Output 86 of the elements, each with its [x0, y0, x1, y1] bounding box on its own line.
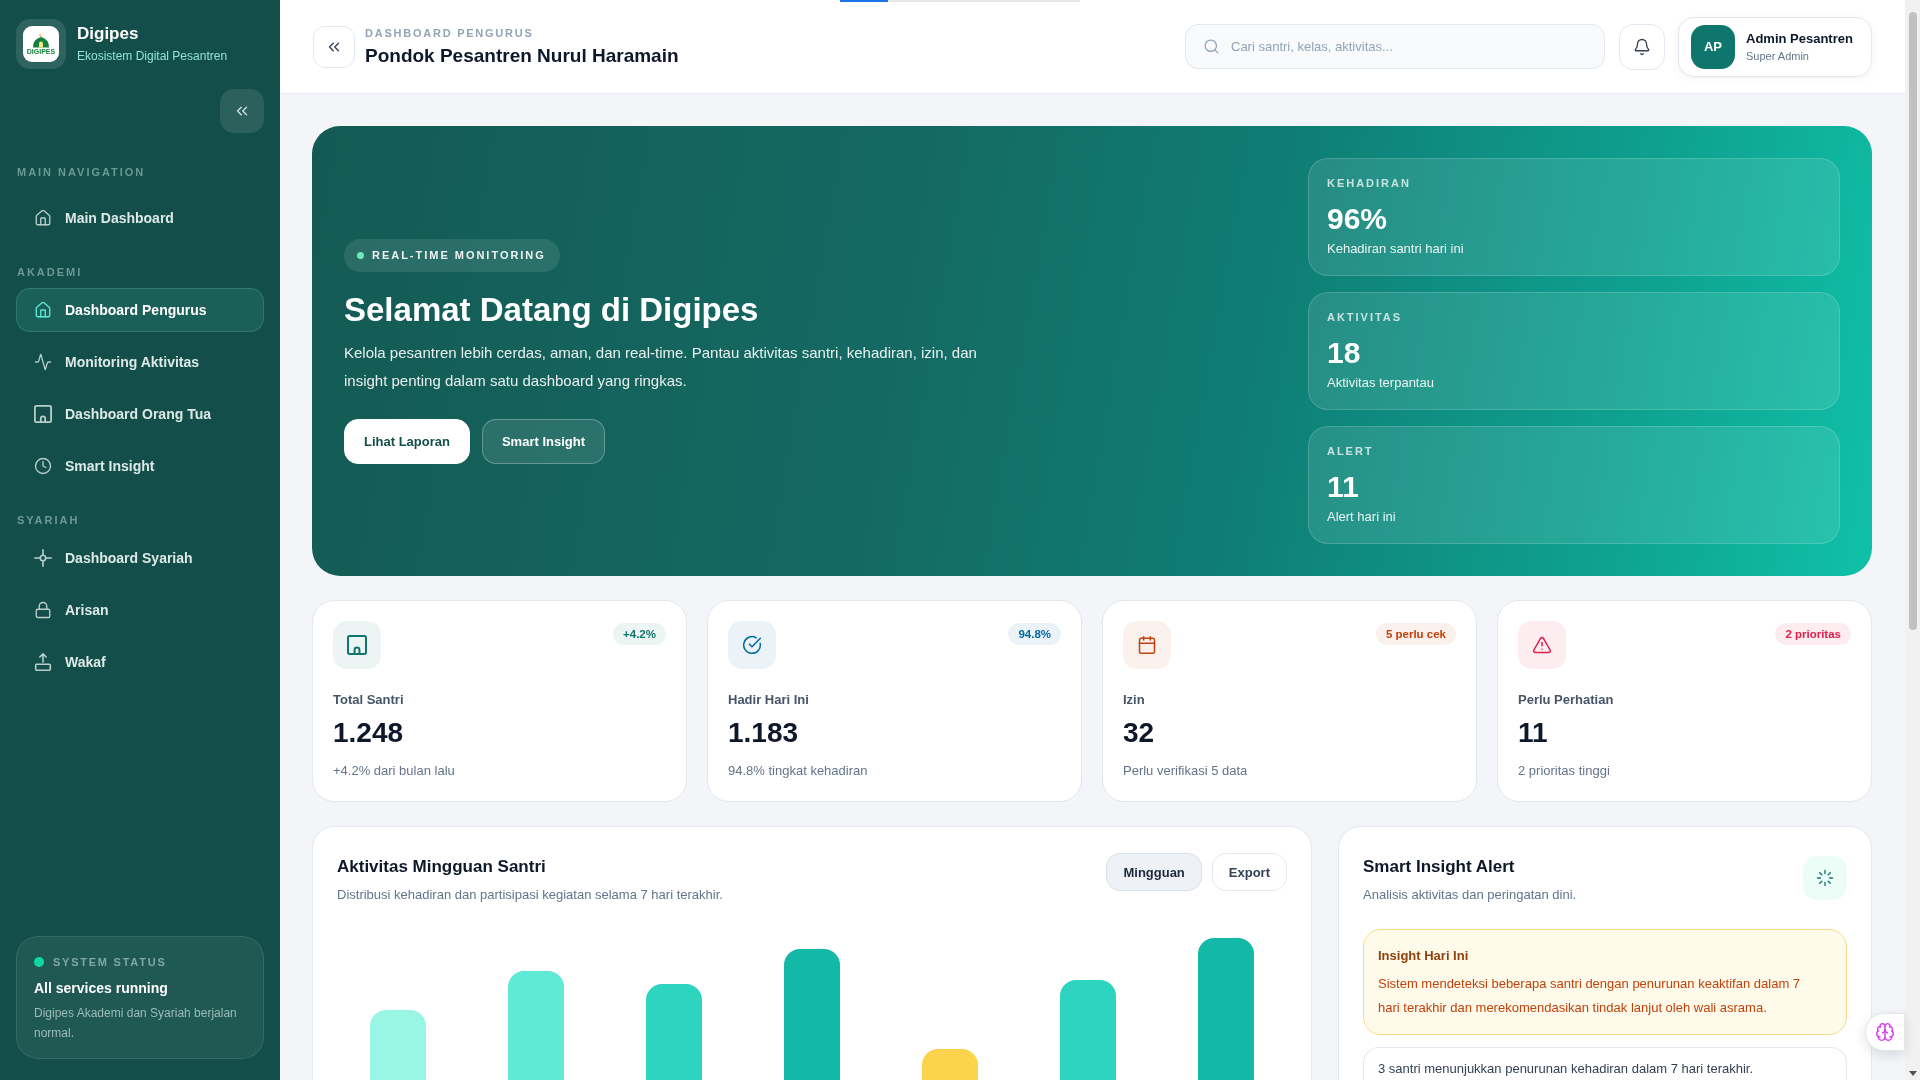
stat-label: Hadir Hari Ini [728, 691, 810, 709]
primary-button[interactable]: Lihat Laporan [344, 418, 470, 464]
insight-text: 3 santri menunjukkan penurunan kehadiran dalam 7 hari terakhir. [1378, 1061, 1754, 1076]
pulse-icon [34, 353, 52, 371]
summary-caption: Aktivitas terpantau [1327, 374, 1435, 392]
highlight-title: Insight Hari Ini [1378, 947, 1470, 965]
clock-icon [34, 457, 52, 475]
welcome-title: Selamat Datang di Digipes [344, 289, 759, 330]
panel-title: Smart Insight Alert [1363, 856, 1516, 878]
door-square-icon [34, 405, 52, 423]
nav-item[interactable]: Dashboard Syariah [16, 536, 264, 580]
padlock-icon [34, 601, 52, 619]
stat-note: 2 prioritas tinggi [1518, 762, 1611, 780]
summary-label: ALERT [1327, 444, 1375, 458]
filter-button[interactable]: Export [1211, 853, 1287, 891]
stat-badge: 2 prioritas [1775, 623, 1851, 645]
chart-bar [922, 1049, 978, 1080]
nav-item[interactable]: Dashboard Orang Tua [16, 392, 264, 436]
stat-badge: +4.2% [613, 623, 666, 645]
summary-caption: Kehadiran santri hari ini [1327, 240, 1465, 258]
stat-note: +4.2% dari bulan lalu [333, 762, 456, 780]
stat-badge: 94.8% [1008, 623, 1061, 645]
stat-value: 11 [1518, 717, 1549, 749]
panel-title: Aktivitas Mingguan Santri [337, 856, 547, 878]
stat-note: Perlu verifikasi 5 data [1123, 762, 1249, 780]
down-arrow-icon[interactable] [1908, 1071, 1917, 1076]
nav-item[interactable]: Smart Insight [16, 444, 264, 488]
crosshair-icon [34, 549, 52, 567]
house-icon [34, 301, 52, 319]
stat-value: 1.248 [333, 717, 405, 749]
panel-subtitle: Distribusi kehadiran dan partisipasi kegiatan selama 7 hari terakhir. [337, 886, 723, 904]
welcome-text: Kelola pesantren lebih cerdas, aman, dan real-time. Pantau aktivitas santri, kehadiran, izin, dan insight penting dalam satu dashboard yang ringkas. [344, 342, 978, 391]
chart-bar [370, 1010, 426, 1080]
summary-value: 96% [1327, 202, 1389, 236]
status-headline: All services running [34, 979, 169, 998]
page-title: Pondok Pesantren Nurul Haramain [365, 43, 679, 68]
status-title: SYSTEM STATUS [53, 955, 167, 970]
nav-item[interactable]: Dashboard Pengurus [16, 288, 264, 332]
status-description: Digipes Akademi dan Syariah berjalan normal. [34, 1005, 238, 1042]
stat-value: 32 [1123, 717, 1156, 749]
summary-label: AKTIVITAS [1327, 310, 1404, 324]
tray-upload-icon [34, 653, 52, 671]
section-label: SYARIAH [16, 513, 81, 528]
summary-value: 18 [1327, 336, 1362, 370]
badge-label: REAL-TIME MONITORING [372, 248, 546, 262]
loader-icon [1803, 856, 1847, 900]
back-button[interactable] [313, 25, 355, 68]
scrollbar-thumb[interactable] [1908, 12, 1917, 630]
search-field[interactable]: Cari santri, kelas, aktivitas... [1185, 24, 1605, 69]
status-dot-icon [34, 957, 44, 967]
assistant-button[interactable] [1865, 1013, 1905, 1051]
summary-value: 11 [1327, 470, 1360, 504]
bell-icon [1633, 37, 1651, 56]
mosque-icon [31, 32, 51, 48]
stat-value: 1.183 [728, 717, 800, 749]
brand-tagline: Ekosistem Digital Pesantren [77, 48, 228, 64]
nav-item[interactable]: Arisan [16, 588, 264, 632]
user-role: Super Admin [1746, 48, 1810, 64]
section-label: AKADEMI [16, 265, 84, 280]
user-avatar: AP [1691, 24, 1735, 69]
stat-label: Izin [1123, 691, 1146, 709]
page-eyebrow: DASHBOARD PENGURUS [365, 25, 535, 40]
panel-subtitle: Analisis aktivitas dan peringatan dini. [1363, 886, 1577, 904]
highlight-text: Sistem mendeteksi beberapa santri dengan penurunan keaktifan dalam 7 hari terakhir dan merekomendasikan tindak lanjut oleh wali asrama. [1378, 975, 1802, 1017]
summary-caption: Alert hari ini [1327, 508, 1397, 526]
user-name: Admin Pesantren [1746, 29, 1853, 47]
nav-item[interactable]: Main Dashboard [16, 196, 264, 240]
stat-badge: 5 perlu cek [1375, 623, 1456, 645]
collapse-sidebar-button[interactable] [220, 89, 264, 133]
house-icon [34, 209, 52, 227]
stat-label: Perlu Perhatian [1518, 691, 1615, 709]
nav-item[interactable]: Monitoring Aktivitas [16, 340, 264, 384]
secondary-button[interactable]: Smart Insight [481, 418, 606, 464]
nav-item[interactable]: Wakaf [16, 640, 264, 684]
notification-button[interactable] [1619, 23, 1665, 70]
live-dot-icon [357, 251, 364, 259]
profile-card[interactable]: AP Admin Pesantren Super Admin [1678, 16, 1872, 77]
scrollbar[interactable] [1905, 0, 1920, 1080]
search-icon [1203, 38, 1220, 55]
section-label: MAIN NAVIGATION [16, 165, 147, 180]
brain-icon [1875, 1022, 1895, 1042]
stat-note: 94.8% tingkat kehadiran [728, 762, 869, 780]
filter-button[interactable]: Mingguan [1106, 853, 1202, 891]
summary-label: KEHADIRAN [1327, 176, 1412, 190]
stat-label: Total Santri [333, 691, 405, 709]
brand-name: Digipes [77, 24, 140, 44]
